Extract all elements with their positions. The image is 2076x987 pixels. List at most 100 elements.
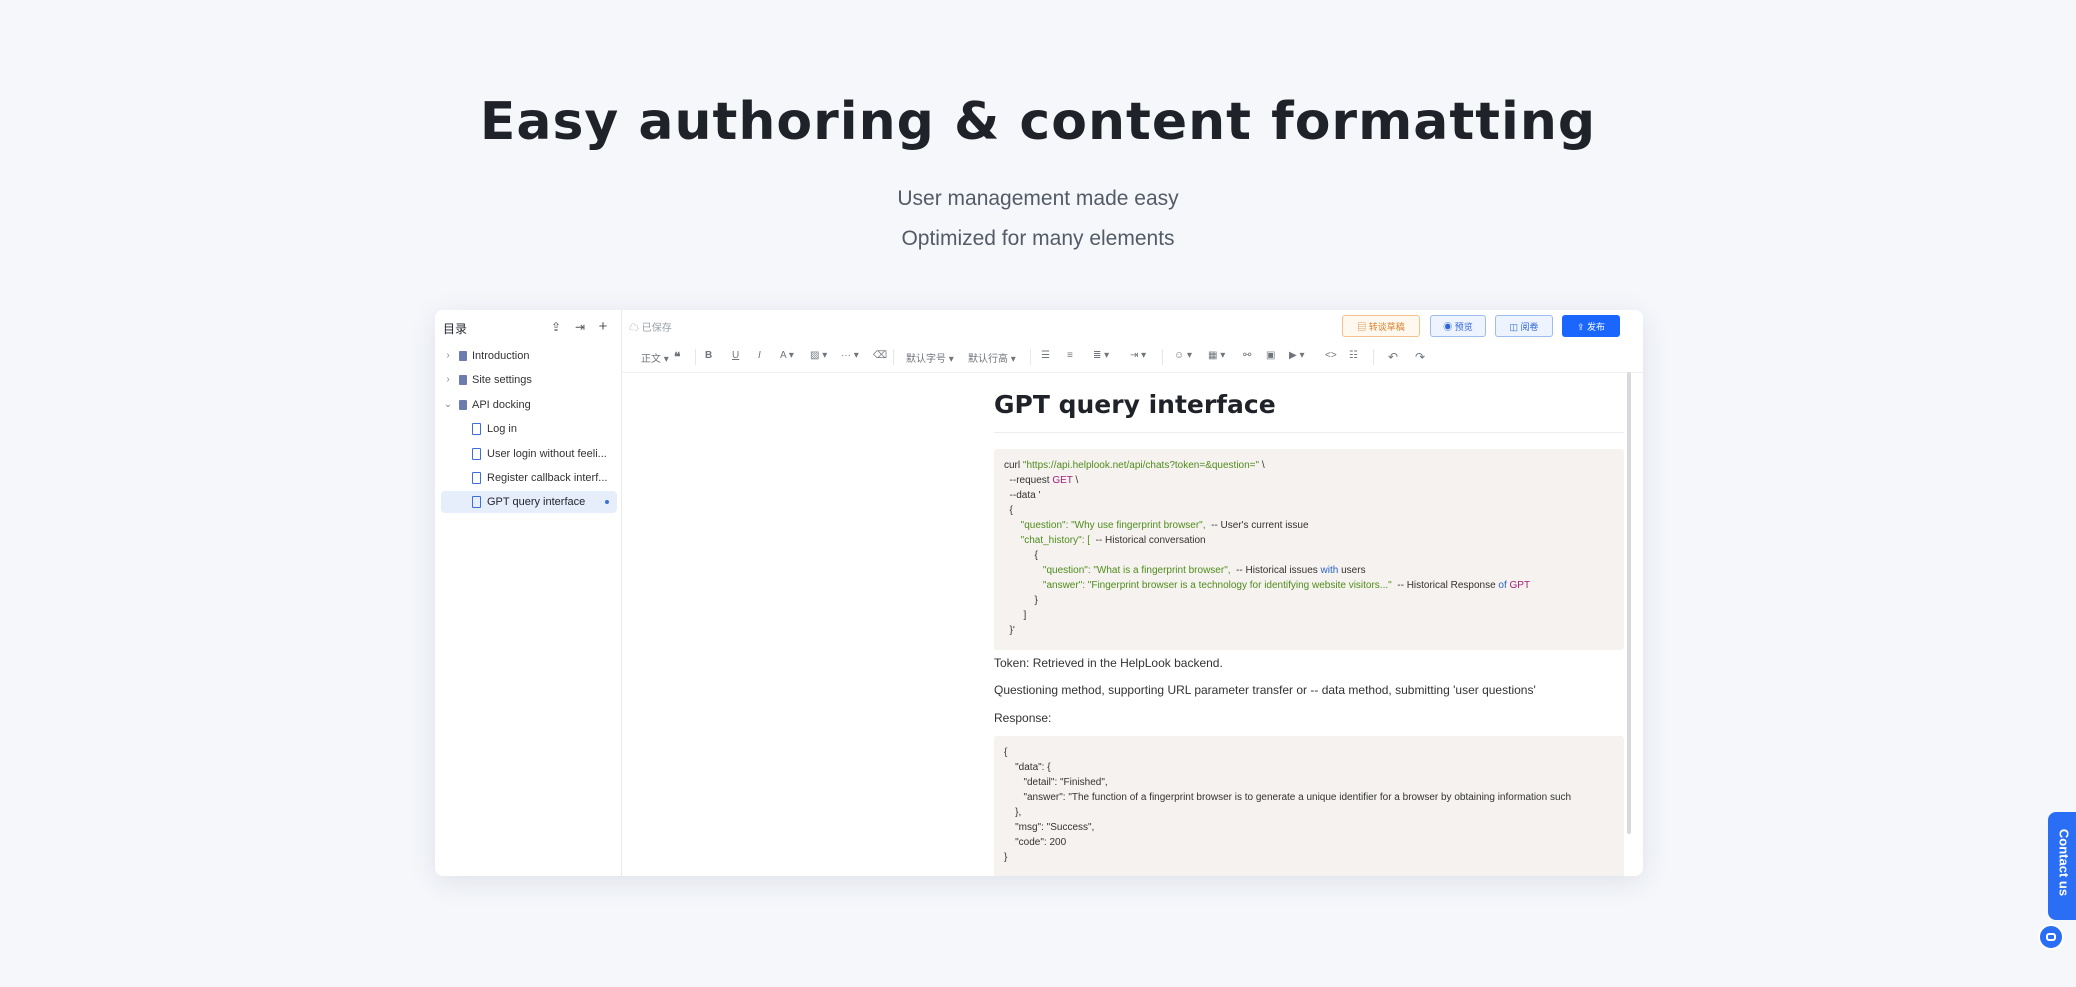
align-icon[interactable]: ≣ ▾ <box>1093 350 1109 361</box>
toolbar-divider <box>1162 349 1163 365</box>
unsaved-dot-icon <box>605 500 609 504</box>
chat-bubble-glyph <box>2046 933 2056 941</box>
code-line: "msg": "Success", <box>1004 822 1095 833</box>
chevron-right-icon[interactable]: › <box>443 369 453 391</box>
underline-icon[interactable]: U <box>732 350 739 361</box>
paragraph-token-note[interactable]: Token: Retrieved in the HelpLook backend… <box>994 656 1223 670</box>
save-status-label: 已保存 <box>641 323 672 334</box>
divider-insert-icon[interactable]: ☷ <box>1349 350 1358 361</box>
sidebar-item-register-callback[interactable]: Register callback interf... <box>441 467 617 489</box>
bold-icon[interactable]: B <box>705 350 712 361</box>
book-icon <box>459 351 467 361</box>
bullet-list-icon[interactable]: ☰ <box>1041 350 1050 361</box>
code-keyword: GET <box>1052 475 1073 486</box>
highlight-icon[interactable]: ▨ ▾ <box>810 350 827 361</box>
code-line: "code": 200 <box>1004 837 1067 848</box>
editor-content[interactable]: GPT query interface curl "https://api.he… <box>621 372 1643 876</box>
chevron-down-icon[interactable]: ⌄ <box>443 394 453 416</box>
image-icon[interactable]: ▣ <box>1266 350 1275 361</box>
table-icon[interactable]: ▦ ▾ <box>1208 350 1225 361</box>
code-string: "question": "Why use fingerprint browser… <box>1020 520 1206 531</box>
toolbar-divider <box>1373 349 1374 365</box>
code-line: "answer": "The function of a fingerprint… <box>1004 792 1572 803</box>
draft-button[interactable]: ▤ 转谈草稿 <box>1342 315 1420 337</box>
indent-icon[interactable]: ⇥ ▾ <box>1130 350 1146 361</box>
upload-icon[interactable]: ⇪ <box>547 318 565 336</box>
paragraph-style-label: 正文 <box>641 354 661 365</box>
link-icon[interactable]: ⚯ <box>1243 350 1251 361</box>
line-height-dropdown[interactable]: 默认行高 ▾ <box>968 350 1016 365</box>
editor-topbar: ☁ 已保存 ▤ 转谈草稿 ◉ 预览 ◫ 阅卷 ⇪ 发布 <box>621 310 1643 342</box>
editor-app-screenshot: 目录 ⇪ ⇥ + › Introduction › Site settings … <box>435 310 1643 876</box>
publish-button[interactable]: ⇪ 发布 <box>1562 315 1620 337</box>
save-status: ☁ 已保存 <box>629 323 672 334</box>
sidebar-item-user-login[interactable]: User login without feeli... <box>441 443 617 465</box>
font-size-dropdown[interactable]: 默认字号 ▾ <box>906 350 954 365</box>
sidebar-item-api-docking[interactable]: ⌄ API docking <box>441 394 617 416</box>
toolbar-divider <box>1030 349 1031 365</box>
quote-icon[interactable]: ❝ <box>674 350 680 364</box>
code-line: { <box>1004 550 1038 561</box>
video-icon[interactable]: ▶ ▾ <box>1289 350 1305 361</box>
toolbar-divider <box>695 349 696 365</box>
code-line: "detail": "Finished", <box>1004 777 1108 788</box>
chat-icon[interactable] <box>2038 924 2064 950</box>
hero-subtitle-2: Optimized for many elements <box>901 227 1175 250</box>
code-block-response[interactable]: { "data": { "detail": "Finished", "answe… <box>994 736 1624 876</box>
paragraph-style-dropdown[interactable]: 正文 ▾ <box>641 350 669 365</box>
code-line: { <box>1004 747 1008 758</box>
code-string: "https://api.helplook.net/api/chats?toke… <box>1022 460 1260 471</box>
sidebar: 目录 ⇪ ⇥ + › Introduction › Site settings … <box>435 310 622 876</box>
redo-icon[interactable]: ↷ <box>1415 350 1425 364</box>
add-icon[interactable]: + <box>594 318 612 336</box>
preview-button[interactable]: ◉ 预览 <box>1430 315 1486 337</box>
code-comment: -- Historical Response <box>1391 580 1499 591</box>
more-icon[interactable]: ··· ▾ <box>841 350 859 361</box>
code-keyword: of <box>1498 580 1507 591</box>
paragraph-question-method[interactable]: Questioning method, supporting URL param… <box>994 683 1536 697</box>
font-color-icon[interactable]: A ▾ <box>780 350 794 361</box>
sidebar-item-gpt-query[interactable]: GPT query interface <box>441 491 617 513</box>
document-icon <box>472 496 481 508</box>
chevron-right-icon[interactable]: › <box>443 345 453 367</box>
sidebar-item-label: User login without feeli... <box>487 448 607 460</box>
code-line: "chat_history": [ -- Historical conversa… <box>1004 533 1614 548</box>
code-token: --request <box>1004 475 1053 486</box>
emoji-icon[interactable]: ☺ ▾ <box>1174 350 1192 361</box>
document-icon <box>472 472 481 484</box>
code-line: }, <box>1004 807 1022 818</box>
code-line: "data": { <box>1004 762 1051 773</box>
contact-us-tab[interactable]: Contact us <box>2048 812 2076 920</box>
code-comment: -- Historical conversation <box>1090 535 1206 546</box>
eraser-icon[interactable]: ⌫ <box>873 350 887 361</box>
code-keyword: GPT <box>1509 580 1531 591</box>
document-icon <box>472 423 481 435</box>
code-line: ] <box>1004 610 1027 621</box>
hero-title: Easy authoring & content formatting <box>479 92 1597 152</box>
paragraph-response-label[interactable]: Response: <box>994 711 1051 725</box>
sidebar-item-site-settings[interactable]: › Site settings <box>441 369 617 391</box>
code-token: \ <box>1259 460 1265 471</box>
preview-button-label: 预览 <box>1454 322 1473 332</box>
code-line: "question": "What is a fingerprint brows… <box>1004 563 1614 578</box>
numbered-list-icon[interactable]: ≡ <box>1067 350 1073 361</box>
sidebar-item-log-in[interactable]: Log in <box>441 418 617 440</box>
font-size-label: 默认字号 <box>906 354 946 365</box>
code-string: "chat_history": [ <box>1020 535 1091 546</box>
read-button[interactable]: ◫ 阅卷 <box>1495 315 1553 337</box>
sidebar-item-label: GPT query interface <box>487 496 586 508</box>
italic-icon[interactable]: I <box>758 350 761 361</box>
sidebar-item-label: Register callback interf... <box>487 472 608 484</box>
editor-scrollbar[interactable] <box>1627 372 1631 834</box>
collapse-icon[interactable]: ⇥ <box>571 318 589 336</box>
formatting-toolbar: 正文 ▾ ❝ B U I A ▾ ▨ ▾ ··· ▾ ⌫ 默认字号 ▾ 默认行高… <box>621 342 1643 373</box>
code-icon[interactable]: <> <box>1325 350 1337 361</box>
undo-icon[interactable]: ↶ <box>1388 350 1398 364</box>
code-line: curl "https://api.helplook.net/api/chats… <box>1004 458 1614 473</box>
code-block-request[interactable]: curl "https://api.helplook.net/api/chats… <box>994 449 1624 650</box>
document-title[interactable]: GPT query interface <box>994 390 1276 419</box>
sidebar-item-introduction[interactable]: › Introduction <box>441 345 617 367</box>
book-icon <box>459 400 467 410</box>
